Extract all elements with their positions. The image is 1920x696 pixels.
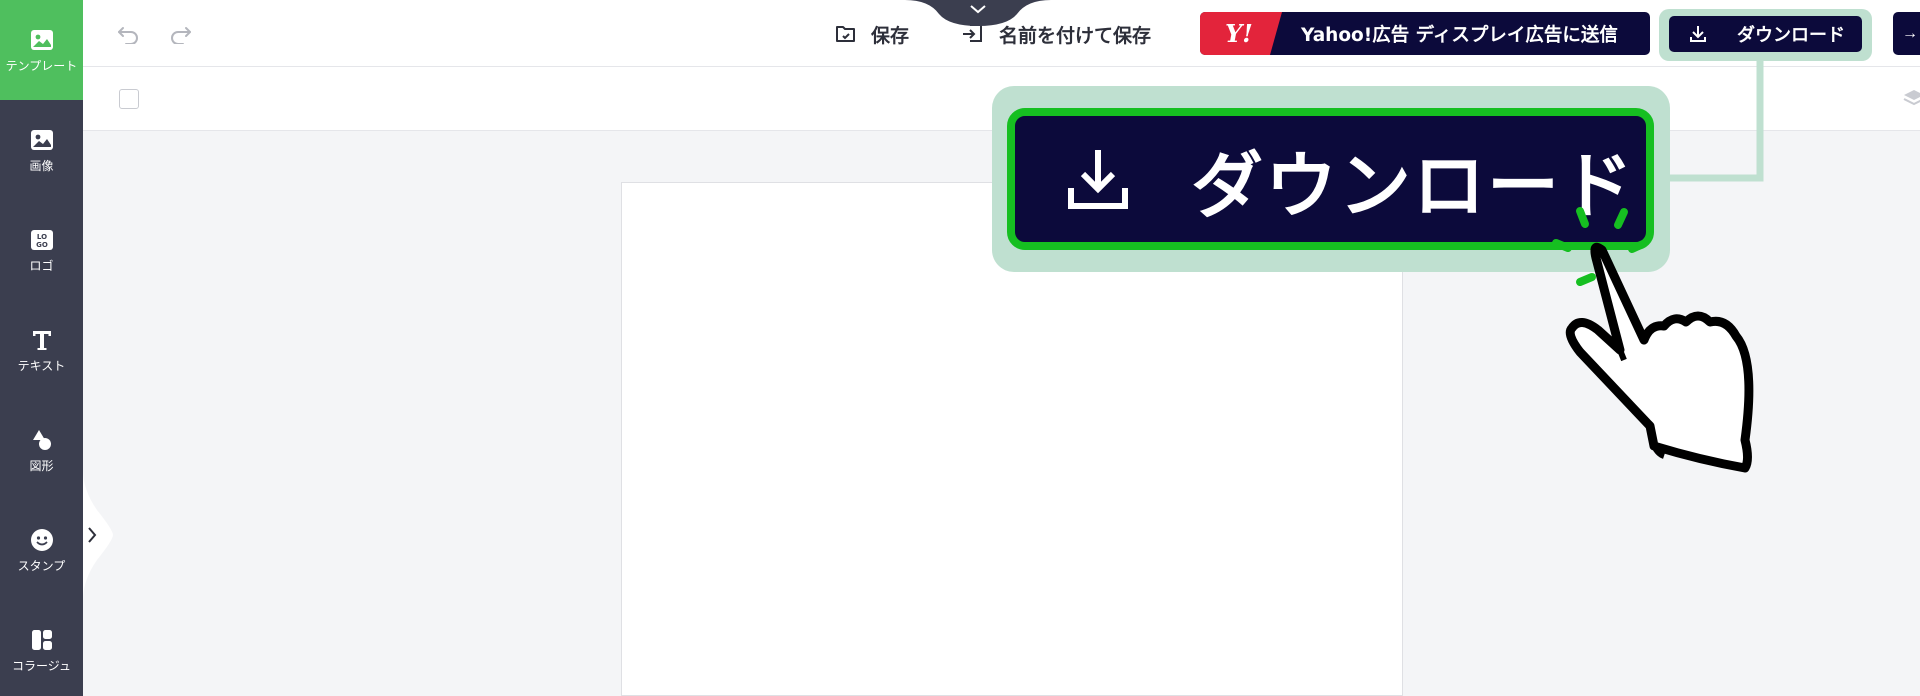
save-button[interactable]: 保存 bbox=[835, 14, 909, 54]
yahoo-send-label: Yahoo!広告 ディスプレイ広告に送信 bbox=[1301, 24, 1618, 46]
sidebar-item-label: コラージュ bbox=[12, 659, 71, 673]
image-icon bbox=[29, 127, 55, 153]
redo-icon bbox=[171, 27, 191, 44]
shape-icon bbox=[29, 427, 55, 453]
download-button[interactable]: ダウンロード bbox=[1669, 16, 1862, 52]
arrow-right-icon: → bbox=[1902, 25, 1918, 42]
logo-icon: LO GO bbox=[29, 227, 55, 253]
sidebar-item-image[interactable]: 画像 bbox=[0, 100, 83, 200]
undo-icon bbox=[118, 27, 138, 44]
yahoo-logo-icon: Y! bbox=[1200, 12, 1282, 55]
sidebar-item-label: 画像 bbox=[29, 159, 54, 173]
sidebar-item-template[interactable]: テンプレート bbox=[0, 0, 83, 100]
save-label: 保存 bbox=[871, 24, 910, 47]
sidebar-item-stamp[interactable]: スタンプ bbox=[0, 500, 83, 600]
svg-text:LO: LO bbox=[36, 233, 46, 241]
collapse-toggle[interactable] bbox=[905, 0, 1051, 26]
save-as-icon bbox=[963, 24, 982, 42]
sidebar-item-label: ロゴ bbox=[29, 259, 54, 273]
download-icon bbox=[1690, 26, 1706, 42]
next-button[interactable]: → bbox=[1893, 12, 1920, 55]
text-icon bbox=[29, 327, 55, 353]
sidebar-item-label: テンプレート bbox=[5, 59, 78, 73]
svg-text:GO: GO bbox=[36, 241, 48, 249]
stamp-icon bbox=[29, 527, 55, 553]
collage-icon bbox=[29, 627, 55, 653]
sidebar-item-label: スタンプ bbox=[17, 559, 66, 573]
sidebar-item-logo[interactable]: LO GO ロゴ bbox=[0, 200, 83, 300]
select-all-checkbox[interactable] bbox=[119, 89, 139, 109]
download-icon bbox=[1068, 150, 1128, 209]
sidebar-item-shape[interactable]: 図形 bbox=[0, 400, 83, 500]
expand-panel-button[interactable] bbox=[83, 470, 119, 600]
sidebar-item-label: 図形 bbox=[29, 459, 54, 473]
svg-text:Y!: Y! bbox=[1225, 19, 1253, 48]
sidebar-item-label: テキスト bbox=[17, 359, 66, 373]
yahoo-send-button[interactable]: Y! Yahoo!広告 ディスプレイ広告に送信 bbox=[1200, 12, 1650, 55]
sidebar-item-collage[interactable]: コラージュ bbox=[0, 600, 83, 696]
download-label: ダウンロード bbox=[1737, 25, 1845, 46]
redo-button[interactable] bbox=[165, 18, 197, 50]
pointer-hand-icon bbox=[1552, 207, 1754, 473]
undo-button[interactable] bbox=[112, 18, 144, 50]
sidebar: テンプレート 画像 LO GO ロゴ テキスト 図形 スタンプ コラージュ bbox=[0, 0, 83, 696]
template-icon bbox=[29, 27, 55, 53]
folder-save-icon bbox=[836, 26, 855, 42]
sidebar-item-text[interactable]: テキスト bbox=[0, 300, 83, 400]
layers-icon[interactable] bbox=[1902, 87, 1920, 111]
